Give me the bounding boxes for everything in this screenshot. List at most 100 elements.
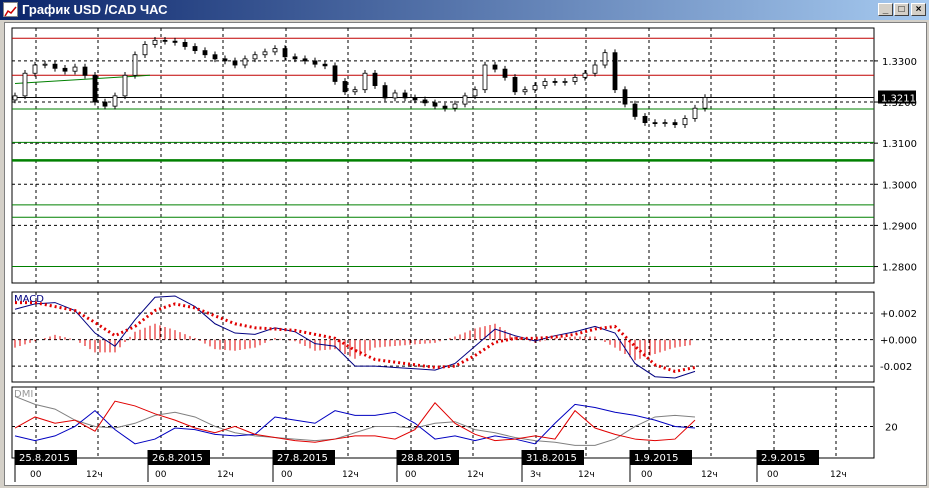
bull-candle — [472, 89, 478, 97]
bear-candle — [62, 67, 68, 72]
bear-candle — [92, 74, 98, 103]
date-label: 26.8.2015 — [152, 453, 203, 464]
bull-candle — [662, 122, 668, 124]
hour-label: 12ч — [342, 470, 359, 480]
bull-candle — [272, 48, 278, 53]
price-pane[interactable] — [11, 27, 875, 284]
bull-candle — [542, 81, 548, 86]
bull-candle — [452, 103, 458, 109]
bull-candle — [462, 95, 468, 105]
minimize-button[interactable]: _ — [878, 3, 893, 16]
bear-candle — [162, 39, 168, 42]
bull-candle — [242, 58, 248, 66]
macd-axis-label: +0.002 — [880, 309, 917, 320]
bear-candle — [332, 65, 338, 82]
bear-candle — [212, 54, 218, 60]
bear-candle — [432, 102, 438, 107]
price-axis-label: 1.2900 — [882, 221, 917, 232]
date-label: 1.9.2015 — [634, 453, 679, 464]
bull-candle — [682, 118, 688, 126]
date-label: 27.8.2015 — [277, 453, 328, 464]
bear-candle — [412, 97, 418, 101]
hour-label: 12ч — [217, 470, 234, 480]
bear-candle — [82, 66, 88, 76]
bull-candle — [562, 81, 568, 83]
macd-line — [14, 295, 696, 379]
bear-candle — [402, 92, 408, 99]
bear-candle — [622, 89, 628, 105]
date-label: 2.9.2015 — [761, 453, 806, 464]
bull-candle — [262, 51, 268, 56]
bull-candle — [42, 63, 48, 66]
bear-candle — [502, 68, 508, 78]
adx-line — [14, 396, 696, 446]
bear-candle — [282, 48, 288, 58]
price-axis-label: 1.2800 — [882, 263, 917, 274]
window-title-bar[interactable]: График USD /CAD ЧАС _ □ × — [0, 0, 929, 20]
bull-candle — [702, 97, 708, 109]
dmi-axis-label: 20 — [885, 422, 898, 433]
current-price-label: 1.3211 — [881, 94, 916, 105]
bear-candle — [322, 63, 328, 67]
macd-axis-label: +0.000 — [880, 336, 917, 347]
bull-candle — [72, 66, 78, 72]
bull-candle — [532, 85, 538, 91]
bear-candle — [302, 58, 308, 62]
dmi-pane[interactable]: DMI — [11, 386, 875, 459]
bull-candle — [22, 72, 28, 97]
bear-candle — [192, 46, 198, 52]
close-button[interactable]: × — [911, 3, 926, 16]
bull-candle — [482, 64, 488, 91]
macd-pane[interactable]: MACD — [11, 291, 875, 383]
bear-candle — [552, 81, 558, 83]
hour-label: 12ч — [86, 470, 103, 480]
hour-label: 12ч — [467, 470, 484, 480]
bull-candle — [582, 72, 588, 78]
bear-candle — [102, 101, 108, 107]
bull-candle — [602, 52, 608, 66]
hour-label: 00 — [30, 470, 42, 480]
hour-label: 00 — [155, 470, 167, 480]
date-label: 25.8.2015 — [19, 453, 70, 464]
macd-pane-frame — [11, 291, 875, 383]
price-axis-label: 1.3100 — [882, 139, 917, 150]
hour-label: 00 — [405, 470, 417, 480]
price-axis-label: 1.3000 — [882, 180, 917, 191]
bull-candle — [252, 54, 258, 60]
hour-label: 12ч — [578, 470, 595, 480]
date-label: 31.8.2015 — [526, 453, 577, 464]
price-pane-frame — [11, 27, 875, 284]
chart-app-icon — [3, 2, 18, 17]
bear-candle — [372, 72, 378, 86]
window-title: График USD /CAD ЧАС — [22, 2, 168, 17]
price-axis-label: 1.3300 — [882, 57, 917, 68]
bear-candle — [382, 85, 388, 99]
bull-candle — [362, 72, 368, 91]
bull-candle — [12, 95, 18, 101]
bull-candle — [152, 39, 158, 45]
bear-candle — [202, 50, 208, 56]
bull-candle — [392, 92, 398, 99]
macd-axis-label: -0.002 — [880, 362, 912, 373]
bear-candle — [172, 40, 178, 43]
bear-candle — [652, 122, 658, 124]
bear-candle — [512, 76, 518, 93]
hour-label: 3ч — [530, 470, 541, 480]
hour-label: 00 — [767, 470, 779, 480]
bear-candle — [222, 58, 228, 62]
bear-candle — [672, 122, 678, 126]
bear-candle — [292, 56, 298, 60]
bear-candle — [632, 103, 638, 117]
bear-candle — [312, 60, 318, 65]
bull-candle — [132, 54, 138, 76]
bear-candle — [342, 81, 348, 93]
hour-label: 12ч — [701, 470, 718, 480]
hour-label: 00 — [281, 470, 293, 480]
bull-candle — [522, 89, 528, 93]
hour-label: 12ч — [830, 470, 847, 480]
maximize-button[interactable]: □ — [894, 3, 909, 16]
bear-candle — [642, 116, 648, 123]
chart-canvas[interactable]: MACD DMI 1.33001.32001.31001.30001.29001… — [0, 20, 929, 488]
bear-candle — [612, 52, 618, 91]
bear-candle — [422, 99, 428, 104]
